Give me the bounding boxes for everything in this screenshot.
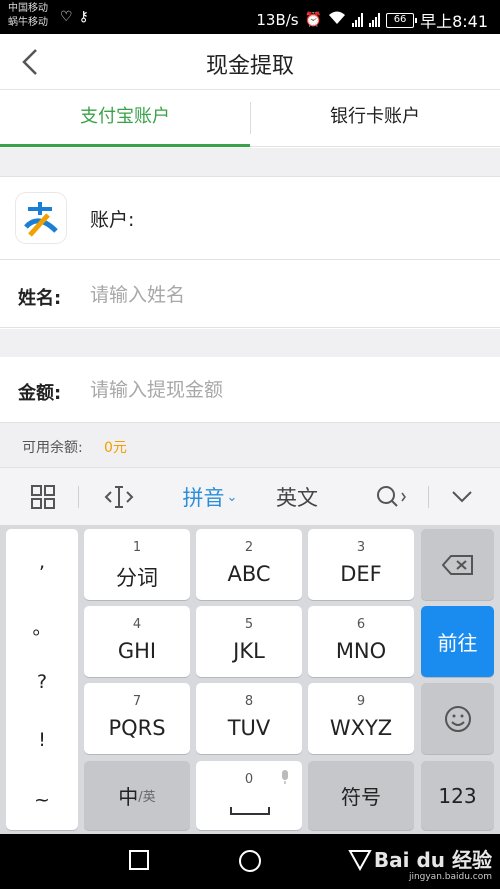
network-speed: 13B/s bbox=[256, 11, 299, 29]
smiley-icon bbox=[421, 683, 494, 754]
tab-alipay-account[interactable]: 支付宝账户 bbox=[0, 90, 250, 147]
carrier-2: 蜗牛移动 bbox=[8, 17, 48, 28]
signal-icon bbox=[352, 13, 364, 27]
collapse-keyboard-icon[interactable] bbox=[440, 468, 484, 526]
name-row: 姓名: bbox=[0, 262, 500, 328]
symbol-key[interactable]: 符号 bbox=[308, 761, 414, 830]
amount-row: 金额: bbox=[0, 357, 500, 423]
punct-tilde-key[interactable]: ~ bbox=[6, 789, 78, 811]
alipay-logo-icon bbox=[16, 193, 66, 243]
key-3[interactable]: 3 DEF bbox=[308, 529, 414, 600]
baidu-watermark: Bai du 经验 bbox=[373, 848, 492, 872]
punct-question-key[interactable]: ? bbox=[6, 671, 78, 693]
cursor-move-icon[interactable] bbox=[96, 468, 142, 526]
punct-period-key[interactable]: 。 bbox=[6, 613, 78, 640]
balance-value: 0元 bbox=[104, 440, 127, 456]
balance-row: 可用余额: 0元 bbox=[0, 423, 500, 467]
key-7[interactable]: 7 PQRS bbox=[84, 683, 190, 754]
search-icon[interactable] bbox=[364, 468, 418, 526]
lang-label: 中 bbox=[118, 785, 139, 809]
key-5[interactable]: 5 JKL bbox=[196, 606, 302, 677]
status-right: 13B/s ⏰ 66 早上8:41 bbox=[256, 8, 488, 32]
account-row: 账户: bbox=[0, 176, 500, 260]
ime-keyboard: , 。 ? ! ~ 1 分词 2 ABC 3 DEF 4 GHI 5 JKL 6… bbox=[0, 525, 500, 834]
alarm-icon: ⏰ bbox=[304, 12, 323, 28]
space-key[interactable]: 0 bbox=[196, 761, 302, 830]
balance-label: 可用余额: bbox=[22, 440, 83, 456]
key-8[interactable]: 8 TUV bbox=[196, 683, 302, 754]
clock: 早上8:41 bbox=[420, 12, 488, 31]
header: 现金提取 bbox=[0, 34, 500, 90]
tab-divider bbox=[250, 102, 251, 134]
key-6[interactable]: 6 MNO bbox=[308, 606, 414, 677]
name-input[interactable] bbox=[90, 278, 470, 312]
page-title: 现金提取 bbox=[205, 54, 294, 79]
grid-menu-icon[interactable] bbox=[20, 468, 66, 526]
key-2[interactable]: 2 ABC bbox=[196, 529, 302, 600]
recent-apps-icon[interactable] bbox=[128, 849, 150, 875]
status-bar: 中国移动 蜗牛移动 ♡ ⚷ 13B/s ⏰ 66 早上8:41 bbox=[0, 0, 500, 34]
chevron-down-icon: ⌄ bbox=[226, 489, 238, 505]
number-mode-key[interactable]: 123 bbox=[421, 761, 494, 830]
tab-bank-card-account[interactable]: 银行卡账户 bbox=[250, 90, 500, 146]
section-gap-2 bbox=[0, 329, 500, 357]
chinese-english-toggle-key[interactable]: 中/英 bbox=[84, 761, 190, 830]
key-9[interactable]: 9 WXYZ bbox=[308, 683, 414, 754]
key-icon: ⚷ bbox=[78, 9, 89, 25]
backspace-key[interactable] bbox=[421, 529, 494, 600]
key-4[interactable]: 4 GHI bbox=[84, 606, 190, 677]
heart-pulse-icon: ♡ bbox=[60, 9, 73, 25]
signal-icon-2 bbox=[369, 13, 381, 27]
amount-label: 金额: bbox=[18, 383, 62, 404]
home-icon[interactable] bbox=[238, 849, 262, 877]
emoji-key[interactable] bbox=[421, 683, 494, 754]
pinyin-mode-button[interactable]: 拼音 ⌄ bbox=[172, 468, 248, 526]
pinyin-label: 拼音 bbox=[182, 486, 225, 510]
lang-sub-label: /英 bbox=[138, 790, 156, 805]
go-button[interactable]: 前往 bbox=[421, 606, 494, 677]
baidu-watermark-url: jingyan.baidu.com bbox=[408, 872, 492, 882]
microphone-icon bbox=[280, 769, 290, 789]
keyboard-toolbar: 拼音 ⌄ 英文 bbox=[0, 467, 500, 525]
punctuation-column: , 。 ? ! ~ bbox=[6, 529, 78, 830]
wifi-icon bbox=[328, 11, 346, 29]
battery-icon: 66 bbox=[386, 12, 418, 28]
account-label: 账户: bbox=[90, 209, 135, 231]
punct-exclaim-key[interactable]: ! bbox=[6, 729, 78, 751]
section-gap bbox=[0, 148, 500, 176]
key-1[interactable]: 1 分词 bbox=[84, 529, 190, 600]
navigation-bar: Bai du 经验 jingyan.baidu.com bbox=[0, 834, 500, 889]
amount-input[interactable] bbox=[90, 373, 470, 407]
space-bar-icon bbox=[230, 801, 270, 820]
carrier-info: 中国移动 蜗牛移动 bbox=[8, 2, 48, 30]
english-mode-button[interactable]: 英文 bbox=[266, 468, 328, 526]
carrier-1: 中国移动 bbox=[8, 3, 48, 14]
punct-comma-key[interactable]: , bbox=[6, 551, 78, 573]
name-label: 姓名: bbox=[18, 288, 62, 309]
back-nav-icon[interactable] bbox=[348, 849, 372, 875]
backspace-icon bbox=[421, 529, 494, 600]
